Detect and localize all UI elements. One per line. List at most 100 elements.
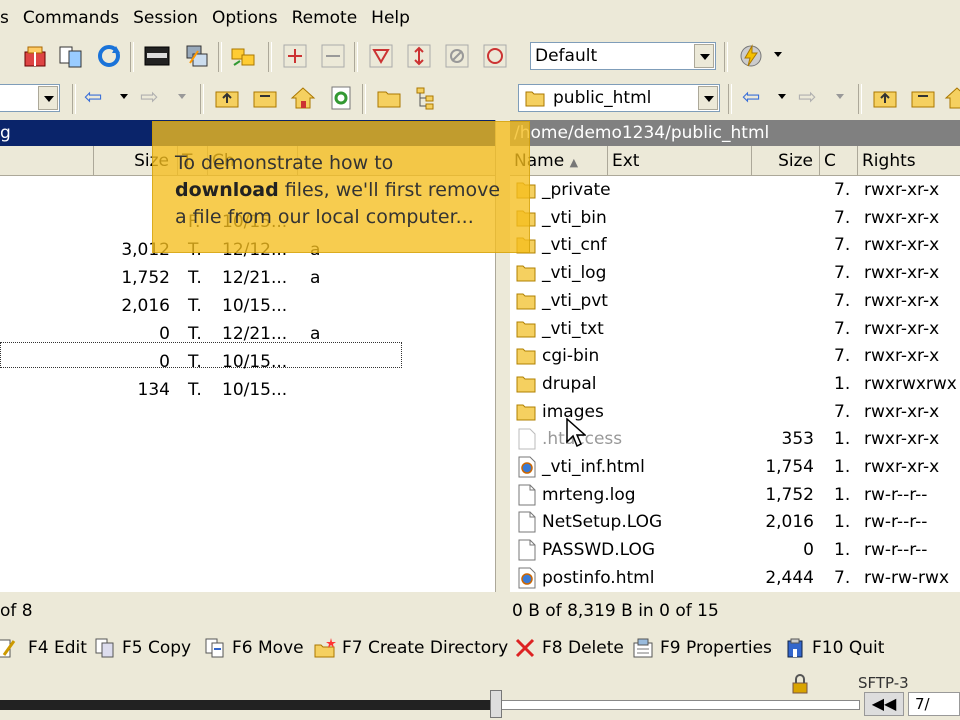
remote-path-select[interactable]: public_html <box>518 84 720 112</box>
table-row[interactable]: mrteng.log 1,752 1. rw-r--r-- <box>510 482 960 509</box>
tree-view-icon[interactable] <box>414 85 440 111</box>
table-row[interactable]: 1,752 T. 12/21... a <box>0 265 495 292</box>
mouse-cursor-icon <box>566 418 586 448</box>
remote-path-text: /home/demo1234/public_html <box>514 123 770 143</box>
chevron-down-icon[interactable] <box>698 86 718 110</box>
parent-directory-icon[interactable] <box>214 85 240 111</box>
chevron-down-icon[interactable] <box>38 86 58 110</box>
copy-icon <box>95 638 114 658</box>
hidden-file-icon <box>518 428 536 450</box>
table-row[interactable]: 0 T. 12/21... a <box>0 321 495 348</box>
putty-icon[interactable] <box>184 43 210 69</box>
table-row[interactable]: _vti_pvt 7. rwxr-xr-x <box>510 288 960 315</box>
rewind-button[interactable]: ◀◀ <box>864 692 904 716</box>
invert-selection-icon[interactable] <box>406 43 432 69</box>
cell-size: 1,754 <box>765 457 814 477</box>
chevron-down-icon[interactable] <box>694 44 714 68</box>
table-row[interactable]: 134 T. 10/15... <box>0 377 495 404</box>
remote-home-icon[interactable] <box>944 85 960 111</box>
f4-edit-button[interactable]: F4 Edit <box>0 630 87 666</box>
back-arrow-icon[interactable]: ⇦ <box>84 86 102 110</box>
cell-rights: rw-r--r-- <box>864 540 928 561</box>
refresh-panel-icon[interactable] <box>328 85 354 111</box>
f7-create-directory-button[interactable]: F7 Create Directory <box>314 630 508 666</box>
cell-rights: rwxr-xr-x <box>864 263 940 284</box>
f10-quit-button[interactable]: F10 Quit <box>784 630 884 666</box>
callout-line-1: To demonstrate how to <box>175 152 394 174</box>
column-size[interactable]: Size <box>752 146 820 175</box>
open-directory-icon[interactable] <box>376 85 402 111</box>
menu-session[interactable]: Session <box>133 8 198 28</box>
table-row[interactable]: PASSWD.LOG 0 1. rw-r--r-- <box>510 537 960 564</box>
table-row[interactable]: _vti_bin 7. rwxr-xr-x <box>510 205 960 232</box>
column-ext[interactable]: Ext <box>608 146 752 175</box>
cell-name: _private <box>542 180 611 200</box>
menu-help[interactable]: Help <box>371 8 410 28</box>
table-row[interactable]: 2,016 T. 10/15... <box>0 293 495 320</box>
remote-status: 0 B of 8,319 B in 0 of 15 <box>512 601 719 621</box>
table-row[interactable]: postinfo.html 2,444 7. rw-rw-rwx <box>510 565 960 592</box>
column-changed[interactable]: C <box>820 146 858 175</box>
column-name[interactable] <box>0 146 94 175</box>
cell-name: _vti_bin <box>542 207 607 228</box>
folder-icon <box>525 91 545 107</box>
f8-delete-button[interactable]: F8 Delete <box>514 630 624 666</box>
remote-file-panel: Name ▲ Ext Size C Rights _private 7. rwxr-… <box>510 146 960 592</box>
clear-selection-icon[interactable] <box>444 43 470 69</box>
cell-type: T. <box>188 324 202 344</box>
transfer-settings-select[interactable]: Default <box>530 42 716 70</box>
table-row[interactable]: cgi-bin 7. rwxr-xr-x <box>510 343 960 370</box>
table-row[interactable]: drupal 1. rwxrwxrwx <box>510 371 960 398</box>
queue-icon[interactable] <box>22 43 48 69</box>
menu-files[interactable]: s <box>0 8 9 28</box>
cell-type: T. <box>188 352 202 372</box>
forward-arrow-icon[interactable]: ⇨ <box>140 86 158 110</box>
console-icon[interactable] <box>144 43 170 69</box>
remote-forward-arrow-icon[interactable]: ⇨ <box>798 86 816 110</box>
lightning-icon[interactable] <box>738 43 764 69</box>
menu-commands[interactable]: Commands <box>23 8 119 28</box>
root-directory-icon[interactable] <box>252 85 278 111</box>
cell-changed: 10/15... <box>222 380 288 400</box>
progress-handle[interactable] <box>490 690 502 718</box>
remote-root-directory-icon[interactable] <box>910 85 936 111</box>
local-path-select[interactable] <box>0 84 60 112</box>
f6-move-button[interactable]: F6 Move <box>204 630 304 666</box>
cell-name: _vti_inf.html <box>542 457 645 477</box>
compare-directories-icon[interactable] <box>230 43 256 69</box>
cell-type: T. <box>188 296 202 316</box>
cell-changed: 1. <box>834 373 851 394</box>
remote-back-arrow-icon[interactable]: ⇦ <box>742 86 760 110</box>
table-row[interactable]: NetSetup.LOG 2,016 1. rw-r--r-- <box>510 509 960 536</box>
table-row[interactable]: _vti_cnf 7. rwxr-xr-x <box>510 232 960 259</box>
menu-remote[interactable]: Remote <box>292 8 358 28</box>
cell-changed: 7. <box>834 318 851 339</box>
remote-path-bar: /home/demo1234/public_html <box>510 120 960 146</box>
unselect-files-icon[interactable] <box>320 43 346 69</box>
cell-changed: 7. <box>834 180 851 200</box>
refresh-icon[interactable] <box>96 43 122 69</box>
cell-size: 2,016 <box>765 512 814 533</box>
cell-rights: rwxrwxrwx <box>864 373 957 394</box>
select-files-icon[interactable] <box>282 43 308 69</box>
table-row[interactable]: _vti_log 7. rwxr-xr-x <box>510 260 960 287</box>
cell-name: mrteng.log <box>542 484 636 505</box>
f5-copy-button[interactable]: F5 Copy <box>94 630 191 666</box>
column-rights[interactable]: Rights <box>858 146 960 175</box>
f9-properties-button[interactable]: F9 Properties <box>632 630 772 666</box>
synchronize-icon[interactable] <box>58 43 84 69</box>
table-row[interactable]: _private 7. rwxr-xr-x <box>510 177 960 204</box>
table-row[interactable]: 0 T. 10/15... <box>0 349 495 376</box>
html-file-icon <box>518 456 536 478</box>
home-icon[interactable] <box>290 85 316 111</box>
menu-options[interactable]: Options <box>212 8 278 28</box>
table-row[interactable]: _vti_txt 7. rwxr-xr-x <box>510 316 960 343</box>
reload-selection-icon[interactable] <box>482 43 508 69</box>
callout-bold: download <box>175 179 279 201</box>
table-row[interactable]: _vti_inf.html 1,754 1. rwxr-xr-x <box>510 454 960 481</box>
remote-parent-directory-icon[interactable] <box>872 85 898 111</box>
cell-name: PASSWD.LOG <box>542 540 656 561</box>
tutorial-callout: To demonstrate how to download files, we… <box>152 121 530 253</box>
filter-icon[interactable] <box>368 43 394 69</box>
cell-attr: a <box>310 324 321 344</box>
